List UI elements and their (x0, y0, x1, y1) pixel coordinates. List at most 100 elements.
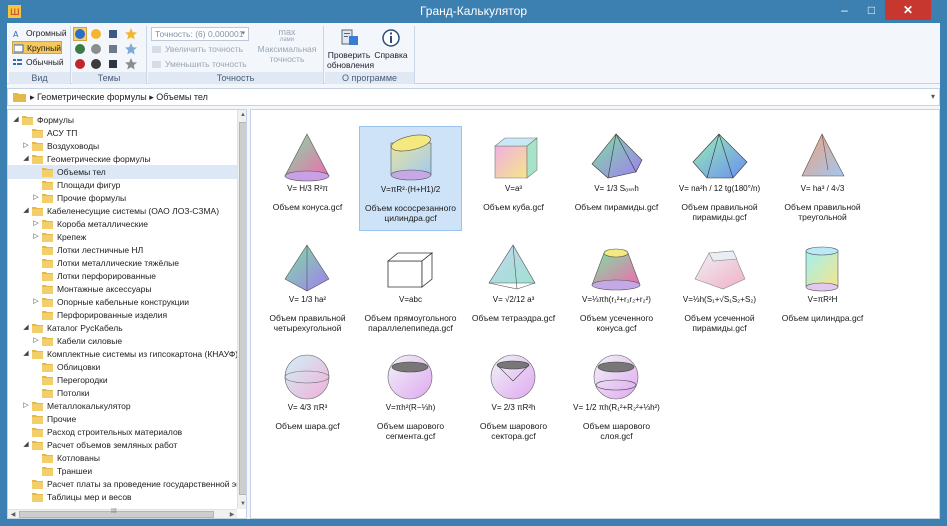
file-tile[interactable]: V=πh²(R−⅓h) Объем шарового сегмента.gcf (359, 345, 462, 450)
theme-red-swatch[interactable] (75, 59, 85, 69)
file-tile[interactable]: V=a³ Объем куба.gcf (462, 126, 565, 231)
file-tile[interactable]: V= 1/3 ha² Объем правильной четырехугольн… (256, 237, 359, 342)
tree-item-label: Перегородки (57, 375, 108, 385)
tree-vertical-scrollbar[interactable]: ▲ ▼ (237, 110, 246, 509)
file-formula: V= 1/3 ha² (288, 295, 327, 304)
theme-star-gray-icon[interactable] (125, 58, 137, 70)
theme-star-blue-icon[interactable] (125, 43, 137, 55)
file-tile[interactable]: V=⅓h(S₁+√S₁S₂+S₂) Объем усеченной пирамид… (668, 237, 771, 342)
folder-icon (42, 194, 53, 203)
frustum-cone-icon (591, 248, 641, 291)
expander-icon[interactable]: ◢ (12, 113, 20, 127)
expander-icon[interactable]: ◢ (22, 204, 30, 218)
increase-precision-button[interactable]: Увеличить точность (151, 43, 243, 56)
scroll-left-icon[interactable]: ◀ (8, 510, 18, 518)
tree-item[interactable]: ◢ Расчет объемов земляных работ (8, 438, 237, 452)
breadcrumb[interactable]: ▸ Геометрические формулы ▸ Объемы тел ▾ (7, 88, 940, 106)
tree-item[interactable]: ◢ Геометрические формулы (8, 152, 237, 166)
view-large-button[interactable]: Крупный (12, 41, 62, 54)
tree-item-label: Монтажные аксессуары (57, 284, 152, 294)
max-precision-button[interactable]: max лами Максимальная точность (255, 28, 319, 65)
tree-item[interactable]: ◢ Каталог РусКабель (8, 321, 237, 335)
tree-item[interactable]: Перфорированные изделия (8, 308, 237, 322)
expander-icon[interactable]: ◢ (22, 438, 30, 452)
tree-item[interactable]: Лотки перфорированные (8, 269, 237, 283)
tree-item[interactable]: Лотки металлические тяжёлые (8, 256, 237, 270)
tree-item[interactable]: Потолки (8, 386, 237, 400)
tree-item[interactable]: Облицовки (8, 360, 237, 374)
file-tile[interactable]: V= 1/2 πh(R₁²+R₂²+⅓h²) Объем шарового сло… (565, 345, 668, 450)
minimize-button[interactable]: – (831, 0, 858, 20)
sphere-sector-icon (490, 354, 536, 400)
file-tile[interactable]: V=abc Объем прямоугольного параллелепипед… (359, 237, 462, 342)
view-normal-button[interactable]: Обычный (12, 56, 64, 69)
help-button[interactable]: Справка (371, 28, 411, 60)
decrease-precision-button[interactable]: Уменьшить точность (151, 58, 247, 71)
tree-item[interactable]: Траншеи (8, 464, 237, 478)
theme-star-icon[interactable] (125, 28, 137, 40)
tree-item[interactable]: АСУ ТП (8, 126, 237, 140)
tree-item[interactable]: Монтажные аксессуары (8, 282, 237, 296)
tree-horizontal-scrollbar[interactable]: ◀ III ▶ (8, 508, 237, 518)
tree-item[interactable]: Расчет платы за проведение государственн… (8, 477, 246, 491)
scroll-thumb[interactable] (239, 122, 246, 495)
file-tile[interactable]: V= 4/3 πR³ Объем шара.gcf (256, 345, 359, 450)
expander-icon[interactable]: ▷ (32, 191, 40, 205)
tree-item[interactable]: ▷ Опорные кабельные конструкции (8, 295, 237, 309)
theme-blue-swatch[interactable] (75, 29, 85, 39)
expander-icon[interactable]: ▷ (32, 230, 40, 244)
breadcrumb-path[interactable]: ▸ Геометрические формулы ▸ Объемы тел (30, 89, 208, 105)
tree-item[interactable]: ◢ Комплектные системы из гипсокартона (КН… (8, 347, 238, 361)
file-tile[interactable]: V= 1/3 Sₒₛₙh Объем пирамиды.gcf (565, 126, 668, 231)
tree-item[interactable]: Таблицы мер и весов (8, 490, 237, 504)
scroll-right-icon[interactable]: ▶ (227, 510, 237, 518)
expander-icon[interactable]: ◢ (22, 347, 30, 361)
expander-icon[interactable]: ◢ (22, 321, 30, 335)
tree-item[interactable]: ▷ Металлокалькулятор (8, 399, 237, 413)
tree-item[interactable]: Лотки лестничные НЛ (8, 243, 237, 257)
file-tile[interactable]: V=πR²·(H+H1)/2 Объем кососрезанного цилин… (359, 126, 462, 231)
theme-window-icon[interactable] (108, 29, 118, 39)
scroll-down-icon[interactable]: ▼ (238, 499, 246, 509)
file-tile[interactable]: V= √2/12 a³ Объем тетраэдра.gcf (462, 237, 565, 342)
file-tile[interactable]: V= H/3 R²π Объем конуса.gcf (256, 126, 359, 231)
theme-green-swatch[interactable] (75, 44, 85, 54)
tree-item[interactable]: ▷ Кабели силовые (8, 334, 237, 348)
tree-item[interactable]: ▷ Короба металлические (8, 217, 237, 231)
theme-window-gray-icon[interactable] (108, 44, 118, 54)
maximize-button[interactable]: □ (858, 0, 885, 20)
expander-icon[interactable]: ▷ (32, 334, 40, 348)
close-button[interactable]: ✕ (885, 0, 931, 20)
tree-item[interactable]: ▷ Крепеж (8, 230, 237, 244)
theme-dark-swatch[interactable] (91, 59, 101, 69)
file-tile[interactable]: V= ha³ / 4√3 Объем правильной треугольной (771, 126, 874, 231)
file-tile[interactable]: V= na²h / 12 tg(180°/n) Объем правильной … (668, 126, 771, 231)
tree-item[interactable]: Объемы тел (8, 165, 237, 179)
view-huge-button[interactable]: A Огромный (12, 27, 67, 40)
tree-item[interactable]: Прочие (8, 412, 237, 426)
tree-item[interactable]: Котлованы (8, 451, 237, 465)
file-tile[interactable]: V= 2/3 πR²h Объем шарового сектора.gcf (462, 345, 565, 450)
tree-item[interactable]: ◢ Формулы (8, 113, 237, 127)
file-tile[interactable]: V=⅓πh(r₁²+r₁r₂+r₂²) Объем усеченного кону… (565, 237, 668, 342)
tree-item[interactable]: ▷ Воздуховоды (8, 139, 237, 153)
tree-item[interactable]: ◢ Кабеленесущие системы (ОАО ЛОЗ-СЗМА) (8, 204, 237, 218)
tree-item[interactable]: Перегородки (8, 373, 237, 387)
folder-icon (32, 324, 43, 333)
theme-window-dark-icon[interactable] (108, 59, 118, 69)
tree-item[interactable]: ▷ Прочие формулы (8, 191, 237, 205)
tree-item[interactable]: Площади фигур (8, 178, 237, 192)
folder-icon (42, 233, 53, 242)
expander-icon[interactable]: ◢ (22, 152, 30, 166)
scroll-up-icon[interactable]: ▲ (238, 110, 246, 120)
breadcrumb-dropdown-icon[interactable]: ▾ (931, 89, 935, 105)
expander-icon[interactable]: ▷ (22, 399, 30, 413)
expander-icon[interactable]: ▷ (32, 217, 40, 231)
expander-icon[interactable]: ▷ (32, 295, 40, 309)
precision-combo[interactable]: Точность: (6) 0,000001 ▾ (151, 27, 249, 41)
expander-icon[interactable]: ▷ (22, 139, 30, 153)
file-tile[interactable]: V=πR²H Объем цилиндра.gcf (771, 237, 874, 342)
theme-orange-swatch[interactable] (91, 29, 101, 39)
tree-item[interactable]: Расход строительных материалов (8, 425, 237, 439)
theme-gray-swatch[interactable] (91, 44, 101, 54)
